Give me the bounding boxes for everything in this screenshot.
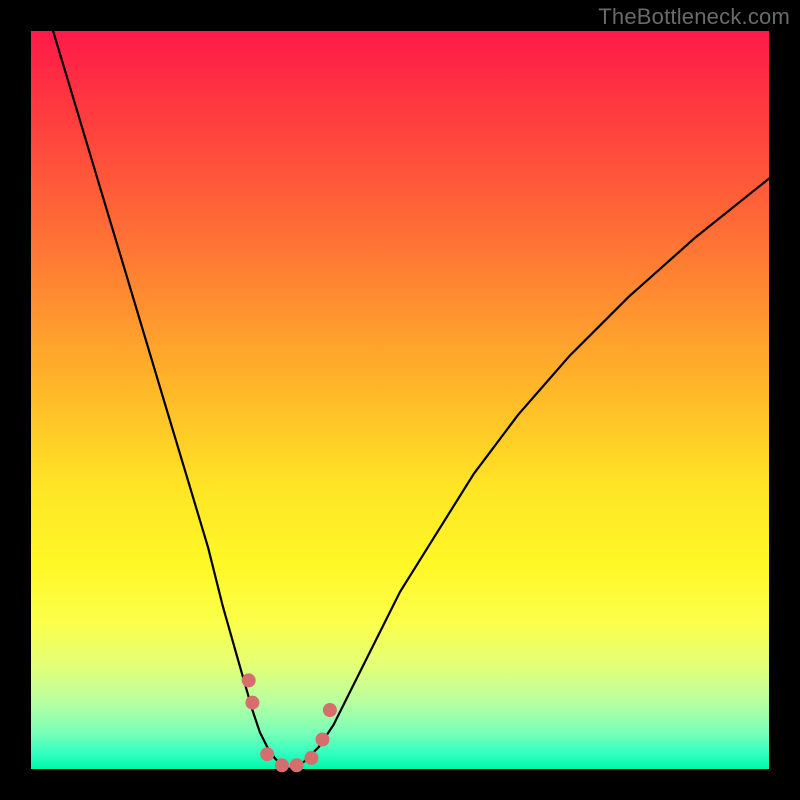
marker-dot (275, 758, 289, 772)
chart-svg (31, 31, 769, 769)
marker-dot (245, 696, 259, 710)
right-branch-line (289, 179, 769, 769)
left-branch-line (31, 0, 289, 769)
curve-group (31, 0, 769, 769)
marker-dot (260, 747, 274, 761)
marker-dot (316, 733, 330, 747)
marker-dot (290, 758, 304, 772)
marker-dot (323, 703, 337, 717)
watermark-text: TheBottleneck.com (598, 4, 790, 30)
marker-dot (242, 673, 256, 687)
outer-frame: TheBottleneck.com (0, 0, 800, 800)
marker-dot (304, 751, 318, 765)
plot-area (31, 31, 769, 769)
